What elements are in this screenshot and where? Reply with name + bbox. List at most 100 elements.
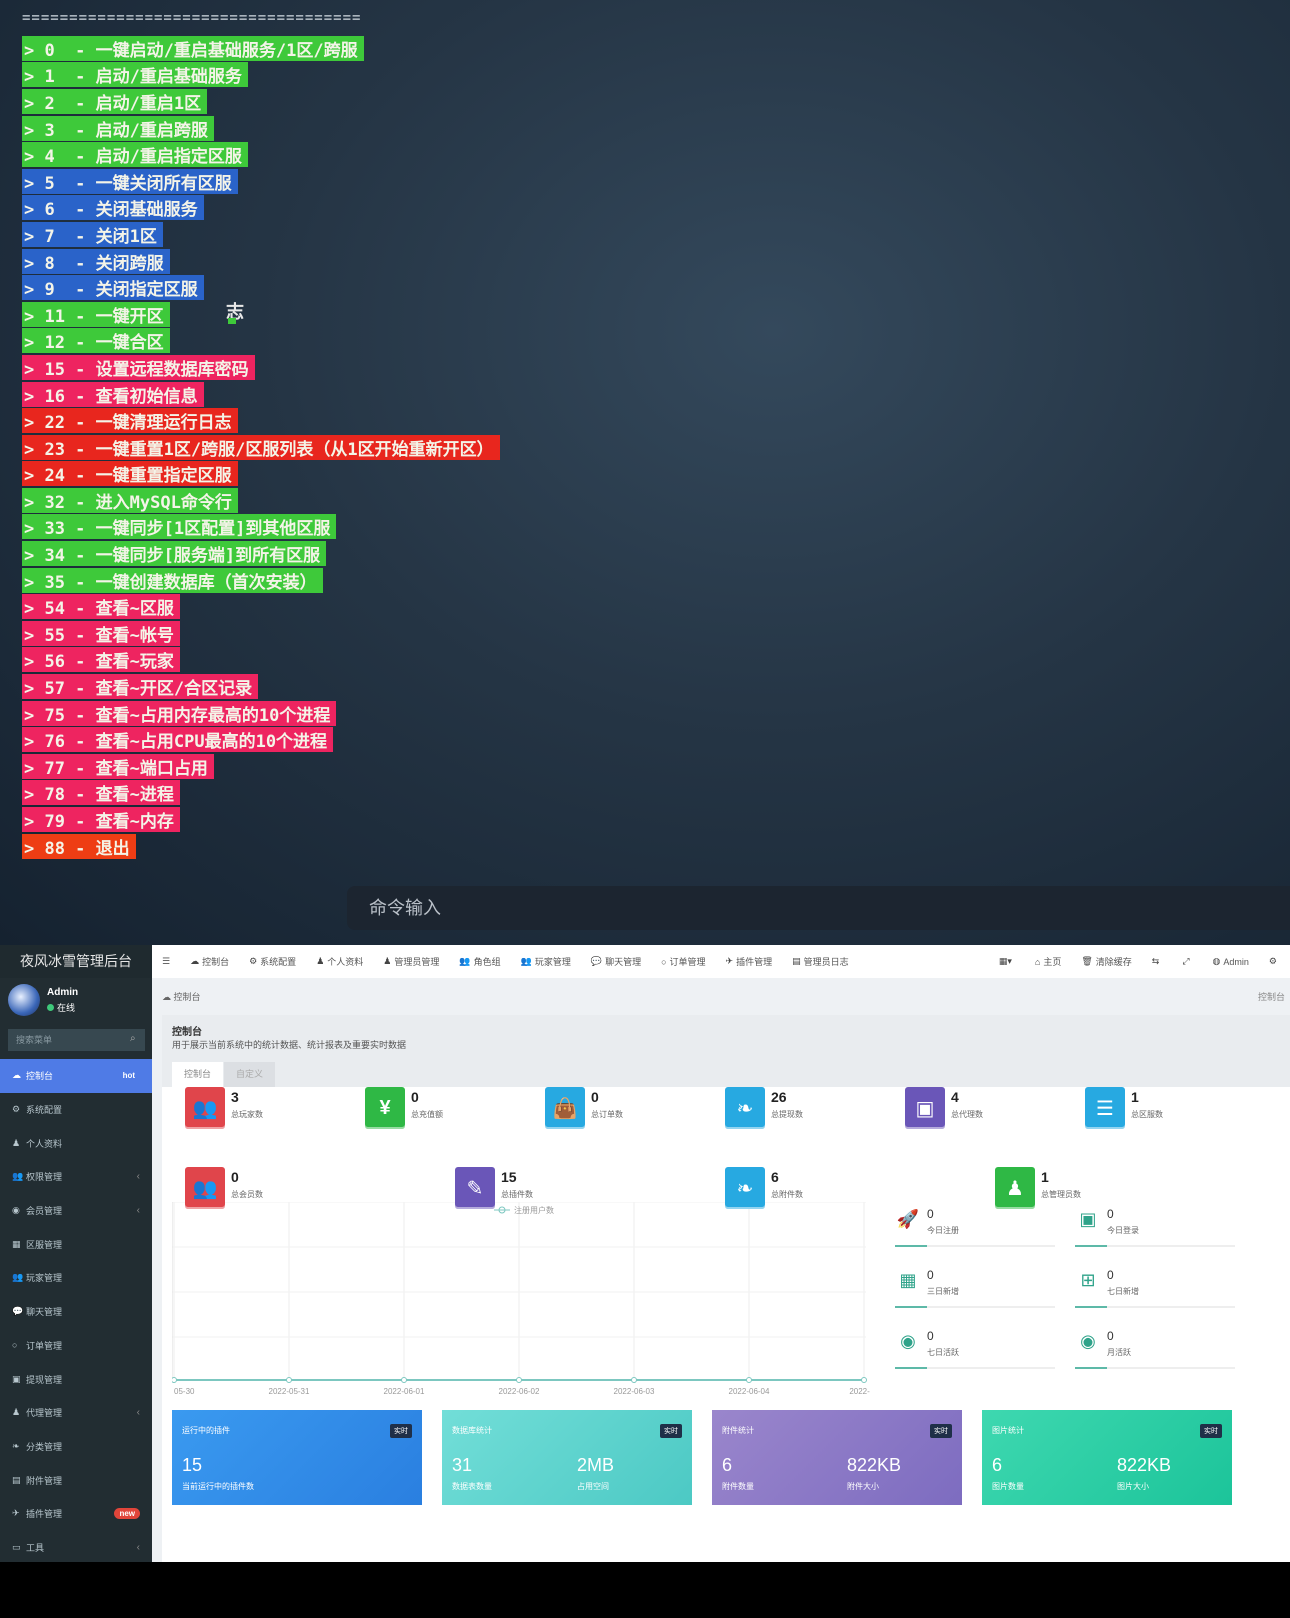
tab-custom[interactable]: 自定义 — [224, 1062, 276, 1087]
sidebar-item-icon: ♟ — [12, 1407, 21, 1418]
menu-option[interactable]: > 23 - 一键重置1区/跨服/区服列表（从1区开始重新开区） — [22, 434, 500, 460]
search-icon[interactable]: ⌕ — [130, 1033, 136, 1044]
sidebar-item[interactable]: ❧ 分类管理 — [0, 1430, 152, 1464]
topnav-tab[interactable]: ☁ 控制台 — [180, 955, 239, 968]
menu-option[interactable]: > 54 - 查看~区服 — [22, 594, 180, 620]
topnav-tab[interactable]: 👥 玩家管理 — [511, 955, 581, 968]
mini-stat-icon: 🚀 — [896, 1209, 920, 1229]
menu-line: > 32 - 进入MySQL命令行 — [22, 487, 500, 514]
menu-option[interactable]: > 56 - 查看~玩家 — [22, 647, 180, 673]
menu-option[interactable]: > 12 - 一键合区 — [22, 328, 170, 354]
mini-stat-bar-fill — [1075, 1367, 1107, 1369]
menu-option[interactable]: > 79 - 查看~内存 — [22, 807, 180, 833]
sidebar-item[interactable]: 👥 玩家管理 — [0, 1261, 152, 1295]
topnav-tab[interactable]: 💬 聊天管理 — [581, 955, 651, 968]
topbar-action-label: 主页 — [1043, 957, 1062, 967]
topbar-action[interactable]: ▦▾ — [989, 956, 1025, 967]
sidebar-item-icon: ❧ — [12, 1440, 20, 1451]
menu-option[interactable]: > 78 - 查看~进程 — [22, 780, 180, 806]
menu-option[interactable]: > 16 - 查看初始信息 — [22, 381, 204, 407]
realtime-badge: 实时 — [930, 1424, 952, 1438]
chevron-left-icon[interactable]: ‹ — [137, 1171, 140, 1182]
mini-stat: ▦ 0 三日新增 — [895, 1268, 1055, 1322]
sidebar-item[interactable]: ♟ 个人资料 — [0, 1126, 152, 1160]
menu-option[interactable]: > 4 - 启动/重启指定区服 — [22, 142, 248, 168]
menu-option[interactable]: > 9 - 关闭指定区服 — [22, 275, 204, 301]
brand-title[interactable]: 夜风冰雪管理后台 — [0, 945, 152, 978]
menu-line: > 79 - 查看~内存 — [22, 806, 500, 833]
topnav-tab[interactable]: 👥 角色组 — [449, 955, 510, 968]
topnav-tab[interactable]: ✈ 插件管理 — [716, 955, 783, 968]
topbar-action[interactable]: ⇆ — [1142, 956, 1173, 967]
sidebar-item[interactable]: ✈ 插件管理 new — [0, 1497, 152, 1531]
sidebar-item[interactable]: ⚙ 系统配置 — [0, 1093, 152, 1127]
stat-icon: 👥 — [185, 1167, 225, 1209]
card-label: 当前运行中的插件数 — [182, 1482, 254, 1491]
menu-option[interactable]: > 32 - 进入MySQL命令行 — [22, 487, 238, 513]
sidebar-item-icon: ◉ — [12, 1205, 20, 1216]
chevron-left-icon[interactable]: ‹ — [137, 1407, 140, 1418]
chevron-left-icon[interactable]: ‹ — [137, 1542, 140, 1553]
sidebar-item[interactable]: ▤ 附件管理 — [0, 1463, 152, 1497]
sidebar-item[interactable]: ○ 订单管理 — [0, 1329, 152, 1363]
menu-option[interactable]: > 57 - 查看~开区/合区记录 — [22, 674, 259, 700]
menu-search-input[interactable] — [8, 1029, 145, 1051]
menu-line: > 9 - 关闭指定区服 — [22, 274, 500, 301]
topbar-action[interactable]: ⌂ 主页 — [1025, 955, 1071, 968]
topnav-tab[interactable]: ⚙ 系统配置 — [239, 955, 306, 968]
topbar-action[interactable]: ⚙ — [1259, 956, 1290, 967]
topbar-action[interactable]: ⤢ — [1172, 956, 1202, 967]
breadcrumb-text[interactable]: 控制台 — [174, 992, 201, 1002]
breadcrumb[interactable]: ☁ 控制台 — [162, 990, 201, 1003]
sidebar-item[interactable]: ☁ 控制台 hot — [0, 1059, 152, 1093]
sidebar-item[interactable]: ♟ 代理管理 ‹ — [0, 1396, 152, 1430]
sidebar-item[interactable]: ▭ 工具 ‹ — [0, 1531, 152, 1565]
menu-option[interactable]: > 11 - 一键开区 — [22, 301, 170, 327]
menu-option[interactable]: > 22 - 一键清理运行日志 — [22, 408, 238, 434]
menu-option[interactable]: > 76 - 查看~占用CPU最高的10个进程 — [22, 727, 334, 753]
mini-stat-bar — [895, 1306, 1055, 1308]
sidebar-item[interactable]: 💬 聊天管理 — [0, 1295, 152, 1329]
mini-stat-value: 0 — [1107, 1268, 1114, 1282]
topnav-tab[interactable]: ○ 订单管理 — [651, 955, 715, 968]
command-input[interactable] — [347, 886, 1290, 930]
menu-option[interactable]: > 55 - 查看~帐号 — [22, 620, 180, 646]
menu-option[interactable]: > 3 - 启动/重启跨服 — [22, 115, 214, 141]
stat-value: 4 — [951, 1089, 959, 1105]
menu-option[interactable]: > 35 - 一键创建数据库（首次安装） — [22, 567, 323, 593]
sidebar-item[interactable]: 👥 权限管理 ‹ — [0, 1160, 152, 1194]
menu-option[interactable]: > 34 - 一键同步[服务端]到所有区服 — [22, 541, 327, 567]
menu-option[interactable]: > 88 - 退出 — [22, 833, 136, 859]
menu-line: > 1 - 启动/重启基础服务 — [22, 62, 500, 89]
menu-option[interactable]: > 75 - 查看~占用内存最高的10个进程 — [22, 700, 337, 726]
menu-option[interactable]: > 15 - 设置远程数据库密码 — [22, 354, 255, 380]
menu-toggle-icon[interactable]: ☰ — [152, 956, 180, 967]
topnav-tab-icon: ○ — [661, 956, 667, 967]
topnav-tab[interactable]: ♟ 管理员管理 — [373, 955, 449, 968]
avatar[interactable] — [8, 984, 40, 1016]
menu-option[interactable]: > 1 - 启动/重启基础服务 — [22, 62, 248, 88]
menu-option[interactable]: > 24 - 一键重置指定区服 — [22, 461, 238, 487]
sidebar-item[interactable]: ◉ 会员管理 ‹ — [0, 1194, 152, 1228]
topbar-action[interactable]: 🗑 清除缓存 — [1071, 955, 1141, 968]
topnav-tab[interactable]: ▤ 管理员日志 — [782, 955, 859, 968]
sidebar-item[interactable]: ▣ 提现管理 — [0, 1362, 152, 1396]
tab-dashboard[interactable]: 控制台 — [172, 1062, 224, 1087]
menu-option[interactable]: > 5 - 一键关闭所有区服 — [22, 168, 238, 194]
menu-line: > 0 - 一键启动/重启基础服务/1区/跨服 — [22, 35, 500, 62]
menu-option[interactable]: > 6 - 关闭基础服务 — [22, 195, 204, 221]
chevron-left-icon[interactable]: ‹ — [137, 1205, 140, 1216]
menu-option[interactable]: > 77 - 查看~端口占用 — [22, 753, 214, 779]
menu-option[interactable]: > 0 - 一键启动/重启基础服务/1区/跨服 — [22, 35, 364, 61]
menu-option[interactable]: > 2 - 启动/重启1区 — [22, 88, 208, 114]
menu-option[interactable]: > 33 - 一键同步[1区配置]到其他区服 — [22, 514, 337, 540]
topbar-action[interactable]: ◍ Admin — [1203, 956, 1259, 967]
topnav-tab-label: 订单管理 — [669, 957, 706, 967]
mini-stat-bar — [1075, 1306, 1235, 1308]
menu-option[interactable]: > 8 - 关闭跨服 — [22, 248, 170, 274]
stat-text: 1 总管理员数 — [1035, 1167, 1081, 1200]
sidebar-item[interactable]: ▦ 区服管理 — [0, 1227, 152, 1261]
menu-option[interactable]: > 7 - 关闭1区 — [22, 221, 163, 247]
topnav-tab-label: 玩家管理 — [534, 957, 571, 967]
topnav-tab[interactable]: ♟ 个人资料 — [306, 955, 373, 968]
